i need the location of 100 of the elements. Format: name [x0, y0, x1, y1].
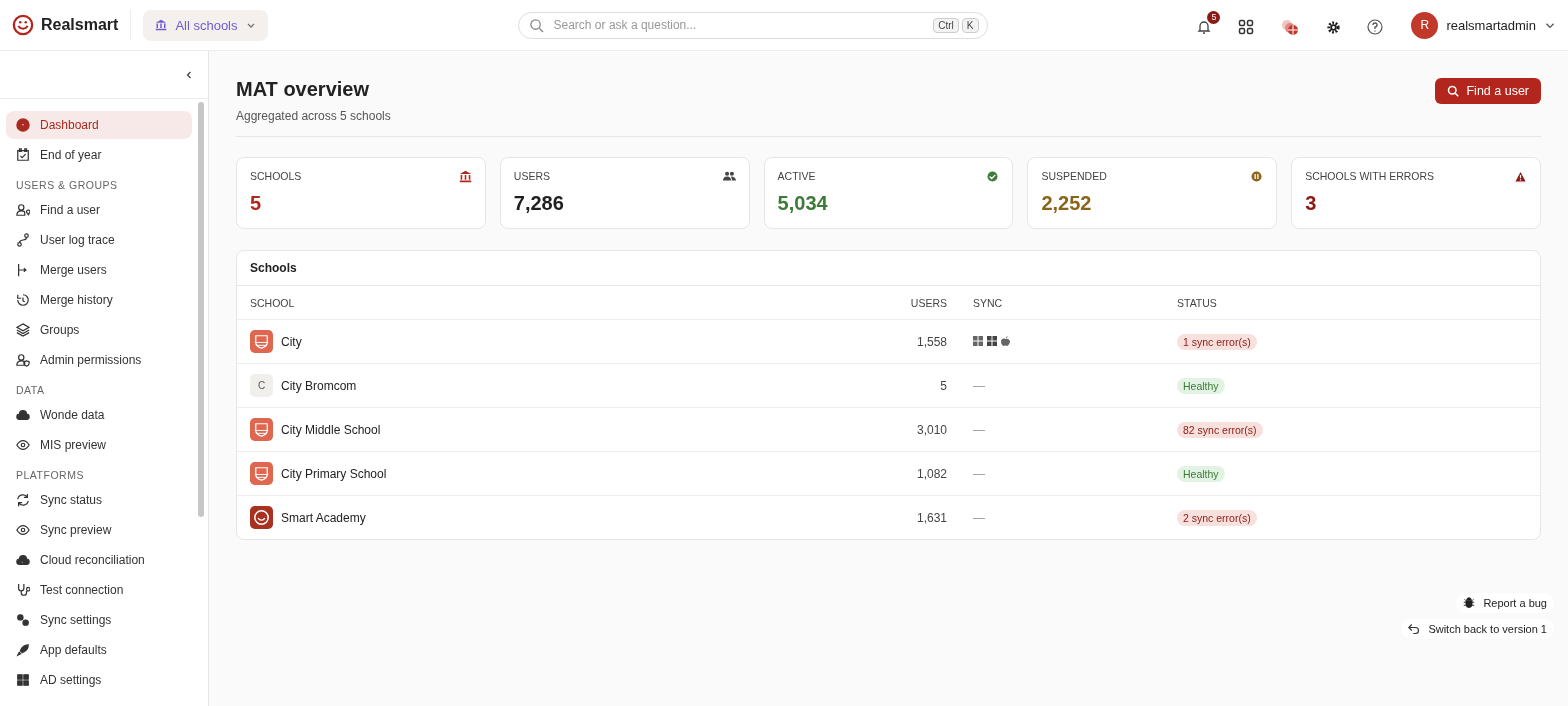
table-row[interactable]: City Middle School 3,010 — 82 sync error(s)	[237, 407, 1540, 451]
user-shield-icon	[16, 353, 30, 367]
sync-empty: —	[973, 510, 985, 525]
user-count: 1,082	[915, 466, 947, 481]
status-badge: 82 sync error(s)	[1177, 421, 1263, 438]
keyboard-key: K	[961, 17, 979, 33]
nav-item[interactable]: Cloud reconciliation	[6, 546, 192, 574]
search-icon	[1447, 85, 1460, 97]
find-user-button[interactable]: Find a user	[1435, 78, 1541, 104]
bug-icon	[1463, 597, 1476, 609]
undo-arrow-icon	[1408, 623, 1421, 635]
sync-empty: —	[973, 422, 985, 437]
stat-label: USERS	[513, 170, 550, 183]
nav-item[interactable]: Sync preview	[6, 516, 192, 544]
calendar-icon	[16, 148, 30, 162]
nav-item[interactable]: Find a user	[6, 196, 192, 224]
scrollbar[interactable]	[198, 102, 204, 517]
school-name: Smart Academy	[281, 510, 366, 525]
keyboard-key: Ctrl	[933, 17, 959, 33]
notifications-button[interactable]: 5	[1192, 11, 1221, 39]
stat-value: 5,034	[777, 192, 829, 215]
sync-empty: —	[973, 378, 985, 393]
school-initial: C	[250, 374, 273, 397]
table-title: Schools	[237, 251, 1540, 286]
status-badge: 1 sync error(s)	[1177, 333, 1257, 350]
user-count: 1,631	[915, 510, 947, 525]
nav-item[interactable]: Merge users	[6, 256, 192, 284]
section-heading: PLATFORMS	[15, 468, 85, 483]
column-header: SCHOOL	[250, 296, 296, 309]
school-crest-icon	[250, 418, 273, 441]
nav-item[interactable]: MIS preview	[6, 431, 192, 459]
school-name: City	[281, 334, 302, 349]
nav-item[interactable]: Admin permissions	[6, 346, 192, 374]
stat-label: SUSPENDED	[1041, 170, 1107, 183]
stat-value: 2,252	[1041, 192, 1093, 215]
stat-label: SCHOOLS WITH ERRORS	[1305, 170, 1435, 183]
eye-icon	[16, 438, 30, 452]
help-icon	[1367, 19, 1384, 35]
smiley-logo-icon	[12, 14, 34, 36]
school-name: City Bromcom	[281, 378, 357, 393]
history-icon	[16, 293, 30, 307]
status-badge: 2 sync error(s)	[1177, 509, 1257, 526]
smiley-logo-icon	[250, 506, 273, 529]
column-header: SYNC	[972, 296, 1004, 309]
school-crest-icon	[250, 330, 273, 353]
column-header: STATUS	[1177, 296, 1218, 309]
settings-icon	[1326, 19, 1342, 35]
nav-item[interactable]: End of year	[6, 141, 192, 169]
search-icon	[528, 17, 544, 33]
nav-item[interactable]: AD settings	[6, 666, 192, 694]
nav-item[interactable]: Groups	[6, 316, 192, 344]
stat-label: ACTIVE	[777, 170, 816, 183]
stethoscope-icon	[16, 583, 30, 597]
search-input[interactable]: Search or ask a question...	[551, 17, 926, 33]
table-row[interactable]: C City Bromcom 5 — Healthy	[237, 363, 1540, 407]
bank-icon	[155, 19, 168, 31]
status-badge: Healthy	[1177, 465, 1225, 482]
nav-item[interactable]: Sync status	[6, 486, 192, 514]
table-row[interactable]: City 1,558 1 sync error(s)	[237, 319, 1540, 363]
stat-value: 5	[250, 192, 263, 215]
stat-value: 7,286	[513, 192, 565, 215]
nav-item[interactable]: Test connection	[6, 576, 192, 604]
nav-item[interactable]: Merge history	[6, 286, 192, 314]
school-name: City Middle School	[281, 422, 381, 437]
route-icon	[16, 233, 30, 247]
nav-item[interactable]: Sync settings	[6, 606, 192, 634]
globes-icon	[1280, 18, 1301, 36]
eye-icon	[16, 523, 30, 537]
user-menu[interactable]: R realsmartadmin	[1411, 11, 1556, 39]
school-crest-icon	[250, 462, 273, 485]
section-heading: USERS & GROUPS	[15, 178, 119, 193]
table-row[interactable]: City Primary School 1,082 — Healthy	[237, 451, 1540, 495]
user-count: 5	[939, 378, 947, 393]
nav-item[interactable]: App defaults	[6, 636, 192, 664]
school-picker[interactable]: All schools	[143, 9, 268, 41]
stat-label: SCHOOLS	[250, 170, 302, 183]
refresh-icon	[16, 493, 30, 507]
user-count: 1,558	[915, 334, 947, 349]
grid-icon	[1238, 19, 1255, 35]
notification-count: 5	[1207, 11, 1221, 24]
page-title: MAT overview	[236, 78, 370, 101]
windows-icon	[973, 335, 983, 346]
bank-icon	[458, 170, 472, 183]
table-row[interactable]: Smart Academy 1,631 — 2 sync error(s)	[237, 495, 1540, 539]
report-bug-button[interactable]: Report a bug	[1456, 593, 1554, 613]
column-header: USERS	[909, 296, 947, 309]
layers-icon	[16, 323, 30, 337]
page-subtitle: Aggregated across 5 schools	[236, 109, 391, 123]
windows-icon	[987, 335, 997, 346]
nav-item[interactable]: Dashboard	[6, 111, 192, 139]
status-badge: Healthy	[1177, 377, 1225, 394]
switch-version-button[interactable]: Switch back to version 1	[1401, 619, 1554, 639]
nav-item[interactable]: User log trace	[6, 226, 192, 254]
user-count: 3,010	[915, 422, 947, 437]
nav-item[interactable]: Wonde data	[6, 401, 192, 429]
grid-icon	[16, 673, 30, 687]
branch-icon	[16, 263, 30, 277]
user-search-icon	[16, 203, 30, 217]
sync-empty: —	[973, 466, 985, 481]
section-heading: DATA	[15, 383, 46, 398]
